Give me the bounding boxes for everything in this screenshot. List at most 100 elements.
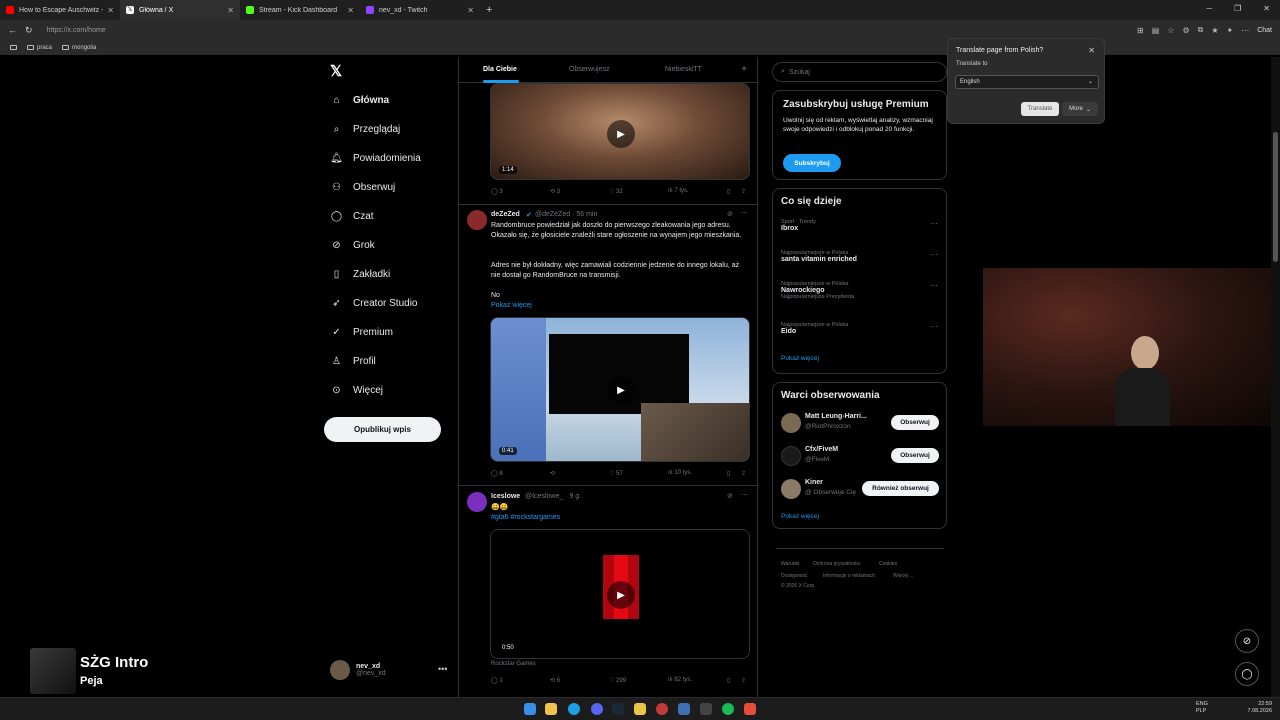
windows-start-icon[interactable] (524, 703, 536, 715)
edge-icon[interactable] (568, 703, 580, 715)
avatar[interactable] (467, 210, 487, 230)
reply-button[interactable]: ◯ 1 (491, 677, 503, 684)
share-icon[interactable]: ⇪ (741, 677, 746, 684)
like-button[interactable]: ♡ 57 (609, 470, 623, 477)
tab-for-you[interactable]: Dla Ciebie (483, 66, 517, 73)
scrollbar-thumb[interactable] (1273, 132, 1278, 262)
menu-icon[interactable]: ⋯ (1241, 26, 1249, 35)
bookmark-praca[interactable]: praca (27, 45, 52, 51)
show-more-link[interactable]: Pokaż więcej (491, 301, 749, 311)
views-button[interactable]: ılı 7 tys. (668, 188, 689, 194)
nav-item-follow[interactable]: ⚇ Obserwuj (330, 181, 395, 194)
bookmark-icon[interactable]: ▯ (727, 188, 730, 195)
tab-following[interactable]: Obserwujesz (569, 66, 609, 73)
tweet-handle[interactable]: @Iceslowe_ · 9 g. (525, 493, 581, 500)
tweet-author[interactable]: deZeZed (491, 211, 520, 218)
grok-icon[interactable]: ⊘ (727, 210, 733, 218)
views-button[interactable]: ılı 82 tys. (668, 677, 692, 683)
grok-icon[interactable]: ⊘ (727, 492, 733, 500)
follow-button[interactable]: Obserwuj (891, 415, 939, 430)
steam-icon[interactable] (612, 703, 624, 715)
footer-link[interactable]: Dostępność (781, 573, 807, 579)
terminal-icon[interactable] (700, 703, 712, 715)
show-more-link[interactable]: Pokaż więcej (781, 513, 819, 520)
tweet-handle[interactable]: @deZeZed · 56 min (535, 211, 597, 218)
nav-item-chat[interactable]: ◯ Czat (330, 210, 374, 223)
repost-button[interactable]: ⟲ (550, 470, 555, 477)
tweet-more-icon[interactable]: ⋯ (741, 491, 748, 499)
repost-button[interactable]: ⟲ 3 (550, 188, 560, 195)
back-icon[interactable]: ← (8, 25, 17, 35)
maximize-icon[interactable]: ❐ (1234, 4, 1241, 13)
nav-item-home[interactable]: ⌂ Główna (330, 94, 389, 107)
reload-icon[interactable]: ↻ (25, 25, 33, 36)
nav-item-profile[interactable]: ♙ Profil (330, 355, 376, 368)
trend-more-icon[interactable]: ⋯ (930, 281, 938, 290)
minimize-icon[interactable]: ─ (1206, 4, 1212, 13)
brave-icon[interactable] (744, 703, 756, 715)
follow-suggestion[interactable]: Kiner @ Obserwuje Cię Również obserwuj (781, 477, 941, 501)
trend-more-icon[interactable]: ⋯ (930, 250, 938, 259)
trend-item[interactable]: Najpopularniejsze w Polska Nawrockiego N… (781, 281, 854, 300)
play-icon[interactable]: ▶ (607, 120, 635, 148)
show-more-link[interactable]: Pokaż więcej (781, 355, 819, 362)
notes-icon[interactable] (634, 703, 646, 715)
follow-back-button[interactable]: Również obserwuj (862, 481, 939, 496)
bookmarks-toggle[interactable] (10, 45, 17, 50)
trend-item[interactable]: Najpopularniejsze w Polska santa vitamin… (781, 250, 857, 263)
tab-niebieskitt[interactable]: NiebieskiTT (665, 66, 702, 73)
follow-button[interactable]: Obserwuj (891, 448, 939, 463)
obs-icon[interactable] (656, 703, 668, 715)
nav-item-more[interactable]: ⊙ Więcej (330, 384, 383, 397)
tab-twitch[interactable]: nev_xd - Twitch ✕ (360, 0, 480, 20)
close-window-icon[interactable]: ✕ (1263, 4, 1270, 13)
language-select[interactable]: English ⌄ (955, 75, 1099, 89)
reader-icon[interactable]: ▤ (1152, 26, 1160, 35)
post-button[interactable]: Opublikuj wpis (324, 417, 441, 442)
extensions-icon[interactable]: ✦ (1227, 26, 1234, 35)
trend-item[interactable]: Najpopularniejsze w Polska Eido (781, 322, 848, 335)
translate-icon[interactable]: ⊞ (1137, 26, 1144, 35)
tweet-video[interactable]: ▶ 0:50 (490, 529, 750, 659)
scrollbar[interactable] (1271, 57, 1280, 697)
nav-item-grok[interactable]: ⊘ Grok (330, 239, 374, 252)
add-tab-icon[interactable]: + (741, 64, 747, 75)
bookmark-icon[interactable]: ▯ (727, 677, 730, 684)
app-icon[interactable] (678, 703, 690, 715)
account-more-icon[interactable]: ••• (438, 664, 447, 674)
share-icon[interactable]: ⇪ (741, 188, 746, 195)
spotify-icon[interactable] (722, 703, 734, 715)
tweet-author[interactable]: Iceslowe (491, 493, 520, 500)
grok-fab-icon[interactable]: ⊘ (1235, 629, 1259, 653)
url-field[interactable]: https://x.com/home (47, 27, 106, 34)
file-explorer-icon[interactable] (545, 703, 557, 715)
views-button[interactable]: ılı 10 tys. (668, 470, 692, 476)
trend-more-icon[interactable]: ⋯ (930, 219, 938, 228)
close-icon[interactable]: ✕ (347, 6, 354, 15)
search-input[interactable]: ⌕ Szukaj (772, 62, 947, 82)
bookmark-mongolia[interactable]: mongolia (62, 45, 96, 51)
share-icon[interactable]: ⇪ (741, 470, 746, 477)
more-button[interactable]: More ⌄ (1062, 102, 1098, 116)
translate-button[interactable]: Translate (1021, 102, 1059, 116)
tweet-hashtags[interactable]: #gta6 #rockstargames (491, 513, 749, 523)
trend-more-icon[interactable]: ⋯ (930, 322, 938, 331)
tweet-more-icon[interactable]: ⋯ (741, 209, 748, 217)
close-icon[interactable]: ✕ (107, 6, 114, 15)
favorite-icon[interactable]: ☆ (1167, 26, 1174, 35)
tweet-video[interactable]: ▶ 1:14 (490, 83, 750, 180)
nav-item-explore[interactable]: ⌕ Przeglądaj (330, 123, 401, 136)
like-button[interactable]: ♡ 299 (609, 677, 626, 684)
nav-item-notifications[interactable]: 🔔︎ Powiadomienia (330, 152, 421, 165)
nav-item-bookmarks[interactable]: ▯ Zakładki (330, 268, 391, 281)
like-button[interactable]: ♡ 32 (609, 188, 623, 195)
video-source[interactable]: Rockstar Games (491, 661, 536, 667)
follow-suggestion[interactable]: Matt Leung-Harri... @RiotPhroxzon Obserw… (781, 411, 941, 435)
tab-x[interactable]: 𝕏 Główna / X ✕ (120, 0, 240, 20)
close-icon[interactable]: ✕ (227, 6, 234, 15)
tab-youtube[interactable]: How to Escape Auschwitz - YouTub✕ (0, 0, 120, 20)
nav-item-creator-studio[interactable]: ➶ Creator Studio (330, 297, 417, 310)
close-icon[interactable]: ✕ (467, 6, 474, 15)
play-icon[interactable]: ▶ (607, 376, 635, 404)
tab-kick[interactable]: Stream - Kick Dashboard ✕ (240, 0, 360, 20)
